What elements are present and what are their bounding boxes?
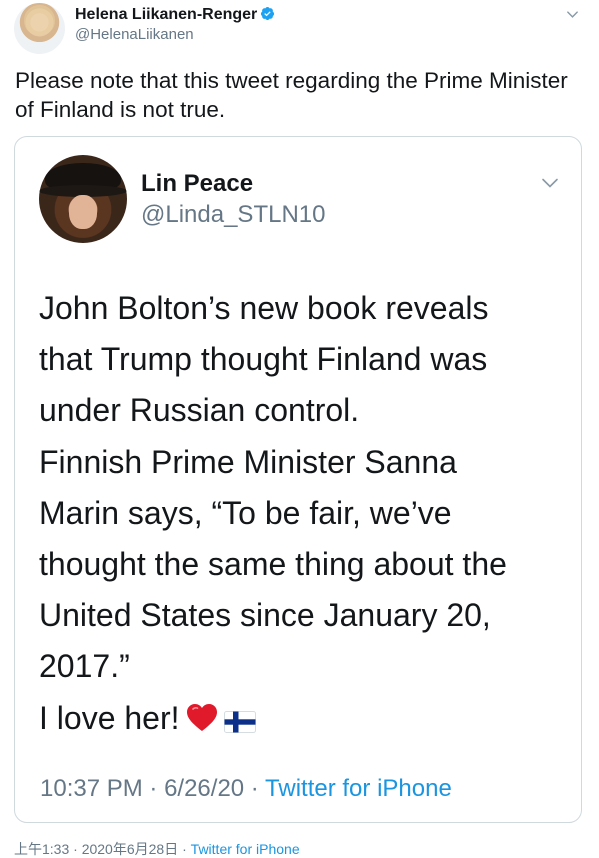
author-name[interactable]: Helena Liikanen-Renger — [75, 6, 257, 23]
text-line: that Trump thought Finland was — [39, 341, 488, 378]
quoted-author-handle[interactable]: @Linda_STLN10 — [141, 201, 325, 229]
separator: · — [244, 775, 266, 802]
author-handle[interactable]: @HelenaLiikanen — [75, 25, 194, 45]
separator: · — [142, 775, 165, 802]
author-avatar[interactable] — [14, 3, 65, 54]
separator: · — [69, 841, 82, 857]
tweet-meta: 上午1:33 · 2020年6月28日 · Twitter for iPhone — [14, 840, 300, 858]
text-line: Marin says, “To be fair, we’ve — [39, 494, 452, 531]
text-line: 2017.” — [39, 648, 130, 685]
text-line-with-emoji: I love her! — [39, 693, 569, 744]
tweet-source-link[interactable]: Twitter for iPhone — [265, 775, 452, 802]
chevron-down-icon[interactable] — [565, 7, 580, 22]
text-line: United States since January 20, — [39, 597, 491, 634]
separator: · — [178, 841, 191, 857]
text-line: Finnish Prime Minister Sanna — [39, 443, 457, 480]
tweet-time[interactable]: 上午1:33 — [14, 841, 69, 857]
verified-badge-icon — [261, 6, 275, 21]
text-line: I love her! — [39, 699, 180, 736]
tweet-source-link[interactable]: Twitter for iPhone — [191, 841, 300, 857]
chevron-down-icon[interactable] — [540, 175, 560, 191]
tweet-text: Please note that this tweet regarding th… — [15, 68, 568, 122]
author-name-row[interactable]: Helena Liikanen-Renger — [75, 5, 275, 25]
text-line: under Russian control. — [39, 392, 360, 429]
tweet-time[interactable]: 10:37 PM — [40, 775, 143, 802]
quoted-tweet-meta: 10:37 PM · 6/26/20 · Twitter for iPhone — [40, 774, 452, 804]
text-line: thought the same thing about the — [39, 546, 507, 583]
quoted-author-avatar[interactable] — [39, 155, 127, 243]
face-shape — [69, 195, 97, 229]
quoted-tweet-text: John Bolton’s new book reveals that Trum… — [39, 283, 569, 744]
quoted-author-name[interactable]: Lin Peace — [141, 170, 253, 198]
red-heart-icon — [186, 703, 217, 731]
tweet-date[interactable]: 2020年6月28日 — [82, 841, 179, 857]
tweet-date[interactable]: 6/26/20 — [164, 775, 244, 802]
finland-flag-icon — [223, 710, 256, 733]
text-line: John Bolton’s new book reveals — [39, 290, 489, 326]
